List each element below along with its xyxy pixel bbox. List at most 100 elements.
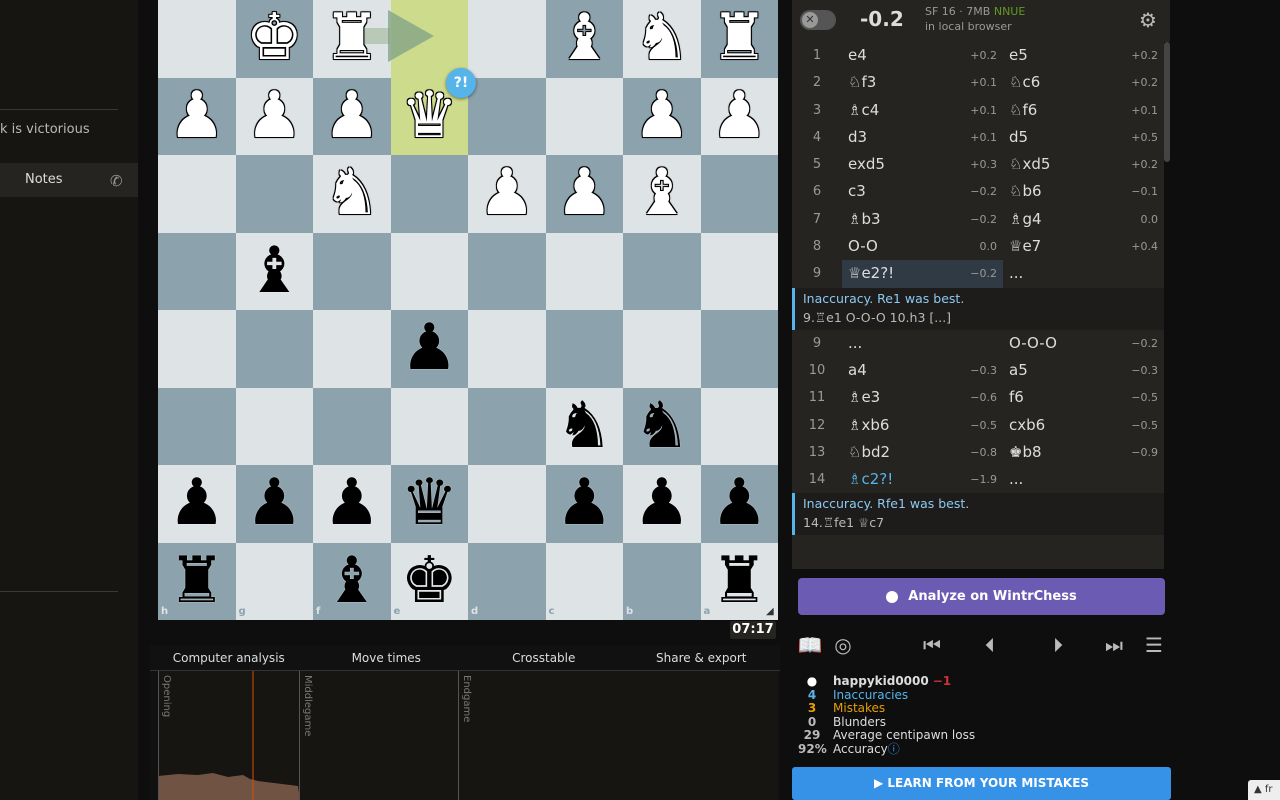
black-pawn-icon[interactable]: ♟	[313, 465, 391, 543]
white-move[interactable]: c3 −0.2	[842, 178, 1003, 205]
white-pawn-icon[interactable]: ♟	[313, 78, 391, 156]
black-move[interactable]: ♘c6 +0.2	[1003, 69, 1164, 96]
black-move[interactable]: ...	[1003, 260, 1164, 287]
square-e3[interactable]	[390, 155, 468, 233]
black-bishop-icon[interactable]: ♝	[236, 233, 314, 311]
black-rook-icon[interactable]: ♜	[158, 543, 236, 621]
white-rook-icon[interactable]: ♜	[701, 0, 779, 78]
white-move[interactable]: ♗c2?! −1.9	[842, 466, 1003, 493]
black-move[interactable]: ♚b8 −0.9	[1003, 439, 1164, 466]
target-icon[interactable]: ◎	[825, 625, 861, 665]
white-pawn-icon[interactable]: ♟	[701, 78, 779, 156]
square-g3[interactable]	[235, 155, 313, 233]
square-b8[interactable]	[623, 542, 701, 620]
black-pawn-icon[interactable]: ♟	[158, 465, 236, 543]
square-f5[interactable]	[313, 310, 391, 388]
white-move[interactable]: ♕e2?! −0.2	[842, 260, 1003, 288]
black-move[interactable]: ♘xd5 +0.2	[1003, 151, 1164, 178]
black-move[interactable]: a5 −0.3	[1003, 357, 1164, 384]
white-pawn-icon[interactable]: ♟	[158, 78, 236, 156]
square-d4[interactable]	[468, 232, 546, 310]
square-d5[interactable]	[468, 310, 546, 388]
white-pawn-icon[interactable]: ♟	[623, 78, 701, 156]
language-button[interactable]: ▲ fr	[1248, 780, 1280, 800]
black-move[interactable]: ♕e7 +0.4	[1003, 233, 1164, 260]
white-move[interactable]: ♗e3 −0.6	[842, 384, 1003, 411]
chess-board[interactable]: 1 2 3 4 5 6 7 8 h g f e d c b a ♚ ♜ ♝ ♞ ♜ ♟ ♟ ♟ ♛ ♟ ♟ ♞ ♟ ♟ ♝ ♝ ♟ ♞ ♞ ♟ ♟ ♟ ♛ ♟…	[158, 0, 778, 620]
summary-row[interactable]: 29 Average centipawn loss	[798, 728, 1168, 743]
learn-from-mistakes-button[interactable]: ▶ LEARN FROM YOUR MISTAKES	[792, 767, 1171, 800]
black-move[interactable]: ♗g4 0.0	[1003, 206, 1164, 233]
book-icon[interactable]: 📖	[792, 625, 828, 665]
white-move[interactable]: e4 +0.2	[842, 42, 1003, 69]
square-g6[interactable]	[235, 387, 313, 465]
square-c5[interactable]	[545, 310, 623, 388]
white-move[interactable]: a4 −0.3	[842, 357, 1003, 384]
prev-move-icon[interactable]: ⏴	[972, 625, 1008, 665]
square-d2[interactable]	[468, 77, 546, 155]
tab-share-export[interactable]: Share & export	[623, 645, 781, 670]
next-move-icon[interactable]: ⏵	[1040, 625, 1076, 665]
white-move[interactable]: ♘bd2 −0.8	[842, 439, 1003, 466]
white-bishop-icon[interactable]: ♝	[623, 155, 701, 233]
move-list-scrollbar[interactable]	[1164, 42, 1170, 162]
white-move[interactable]: ♘f3 +0.1	[842, 69, 1003, 96]
square-h4[interactable]	[158, 232, 236, 310]
black-knight-icon[interactable]: ♞	[623, 388, 701, 466]
comment-variation[interactable]: 14.♖fe1 ♕c7	[803, 513, 1156, 533]
square-a4[interactable]	[700, 232, 778, 310]
comment-variation[interactable]: 9.♖e1 O-O-O 10.h3 [...]	[803, 308, 1156, 328]
white-move[interactable]: O-O 0.0	[842, 233, 1003, 260]
engine-toggle[interactable]: ✕	[800, 10, 836, 30]
square-d6[interactable]	[468, 387, 546, 465]
square-c8[interactable]	[545, 542, 623, 620]
analyze-button[interactable]: Analyze on WintrChess	[798, 578, 1165, 615]
move-comment[interactable]: Inaccuracy. Rfe1 was best. 14.♖fe1 ♕c7	[792, 493, 1164, 536]
square-c4[interactable]	[545, 232, 623, 310]
black-move[interactable]: ♘b6 −0.1	[1003, 178, 1164, 205]
tab-move-times[interactable]: Move times	[308, 645, 466, 670]
square-h1[interactable]	[158, 0, 236, 78]
white-knight-icon[interactable]: ♞	[623, 0, 701, 78]
board-resize-handle[interactable]: ◢	[766, 606, 774, 617]
black-move[interactable]: O-O-O −0.2	[1003, 330, 1164, 357]
tab-computer-analysis[interactable]: Computer analysis	[150, 645, 308, 670]
last-move-icon[interactable]: ⏭	[1096, 625, 1132, 665]
menu-icon[interactable]: ☰	[1136, 625, 1172, 665]
tab-crosstable[interactable]: Crosstable	[465, 645, 623, 670]
move-list[interactable]: 1 e4 +0.2 e5 +0.2 2 ♘f3 +0.1 ♘c6 +0.2 3 ♗c4 +0.1 ♘f6 +…	[792, 42, 1164, 569]
black-move[interactable]: e5 +0.2	[1003, 42, 1164, 69]
summary-row[interactable]: 92% Accuracy ⓘ	[798, 742, 1168, 757]
player-name[interactable]: happykid0000	[826, 674, 929, 689]
black-pawn-icon[interactable]: ♟	[236, 465, 314, 543]
gear-icon[interactable]: ⚙	[1139, 8, 1157, 32]
first-move-icon[interactable]: ⏮	[914, 625, 950, 665]
square-h3[interactable]	[158, 155, 236, 233]
square-h5[interactable]	[158, 310, 236, 388]
black-pawn-icon[interactable]: ♟	[623, 465, 701, 543]
square-c2[interactable]	[545, 77, 623, 155]
white-move[interactable]: ♗c4 +0.1	[842, 97, 1003, 124]
square-d7[interactable]	[468, 465, 546, 543]
white-move[interactable]: exd5 +0.3	[842, 151, 1003, 178]
summary-row[interactable]: 4 Inaccuracies	[798, 688, 1168, 703]
white-pawn-icon[interactable]: ♟	[236, 78, 314, 156]
summary-row[interactable]: 0 Blunders	[798, 715, 1168, 730]
white-bishop-icon[interactable]: ♝	[546, 0, 624, 78]
square-g8[interactable]	[235, 542, 313, 620]
black-knight-icon[interactable]: ♞	[546, 388, 624, 466]
info-icon[interactable]: ⓘ	[888, 742, 900, 757]
black-move[interactable]: d5 +0.5	[1003, 124, 1164, 151]
white-rook-icon[interactable]: ♜	[313, 0, 391, 78]
square-f6[interactable]	[313, 387, 391, 465]
white-knight-icon[interactable]: ♞	[313, 155, 391, 233]
square-a5[interactable]	[700, 310, 778, 388]
white-move[interactable]: d3 +0.1	[842, 124, 1003, 151]
advantage-graph[interactable]: Opening Middlegame Endgame	[158, 671, 778, 800]
notes-tab[interactable]: Notes ✆	[0, 163, 138, 197]
black-bishop-icon[interactable]: ♝	[313, 543, 391, 621]
summary-row[interactable]: 3 Mistakes	[798, 701, 1168, 716]
white-move[interactable]: ♗b3 −0.2	[842, 206, 1003, 233]
black-move[interactable]: f6 −0.5	[1003, 384, 1164, 411]
square-b5[interactable]	[623, 310, 701, 388]
